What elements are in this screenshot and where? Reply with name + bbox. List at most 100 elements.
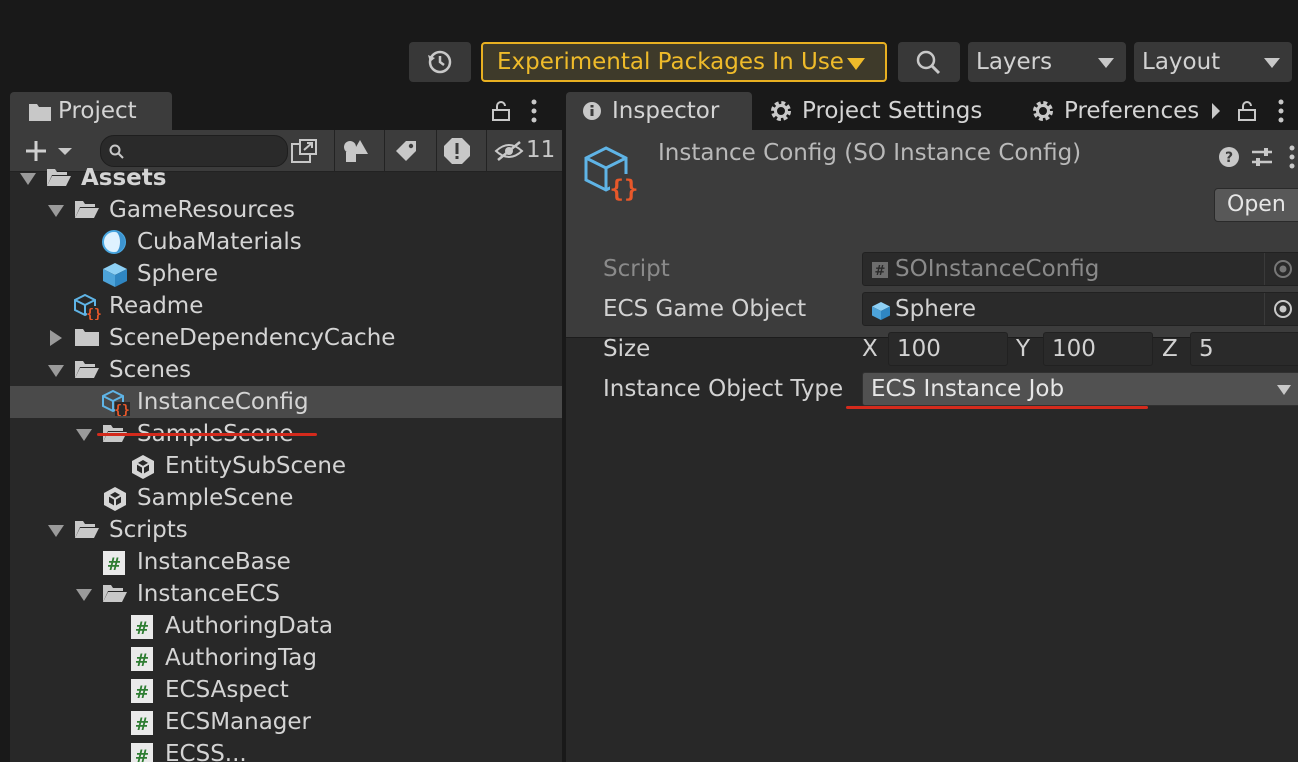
tree-row-label: SampleScene bbox=[137, 485, 294, 511]
caret-down-icon bbox=[1098, 58, 1114, 68]
expand-arrow-down-icon[interactable] bbox=[48, 365, 64, 377]
svg-text:{}: {} bbox=[86, 307, 102, 320]
caret-down-icon bbox=[1264, 58, 1280, 68]
tree-row[interactable]: SampleScene bbox=[10, 482, 562, 514]
help-icon[interactable]: ? bbox=[1218, 146, 1240, 168]
experimental-packages-button[interactable]: Experimental Packages In Use bbox=[481, 42, 887, 82]
tab-project-settings[interactable]: Project Settings bbox=[766, 92, 1006, 130]
csharp-script-icon: # bbox=[130, 710, 156, 735]
size-x-input[interactable]: 100 bbox=[888, 332, 1008, 366]
tree-row-label: EntitySubScene bbox=[165, 453, 347, 479]
kebab-menu-icon[interactable] bbox=[1275, 98, 1287, 124]
csharp-script-icon: # bbox=[872, 262, 888, 279]
chevron-right-icon[interactable] bbox=[1210, 102, 1222, 120]
svg-text:{}: {} bbox=[610, 175, 639, 203]
expand-arrow-down-icon[interactable] bbox=[48, 205, 64, 217]
expand-arrow-right-icon[interactable] bbox=[50, 330, 62, 346]
folder-open-icon bbox=[74, 518, 100, 542]
instance-object-type-field-row: Instance Object Type ECS Instance Job bbox=[566, 370, 1298, 410]
tree-row[interactable]: EntitySubScene bbox=[10, 450, 562, 482]
tab-project-settings-label: Project Settings bbox=[802, 98, 983, 124]
lock-icon[interactable] bbox=[490, 100, 512, 122]
search-button[interactable] bbox=[898, 42, 960, 82]
history-button[interactable] bbox=[409, 42, 471, 82]
tree-row-label: Sphere bbox=[137, 261, 219, 287]
tree-row-label: InstanceBase bbox=[137, 549, 291, 575]
tree-row[interactable]: GameResources bbox=[10, 194, 562, 226]
csharp-script-icon: # bbox=[130, 742, 156, 762]
folder-open-icon bbox=[74, 198, 100, 222]
object-picker-button[interactable] bbox=[1264, 293, 1296, 325]
layout-label: Layout bbox=[1142, 49, 1221, 75]
warning-filter-icon[interactable] bbox=[443, 137, 471, 165]
tree-row[interactable]: {} Readme bbox=[10, 290, 562, 322]
search-icon bbox=[109, 144, 124, 159]
expand-arrow-down-icon[interactable] bbox=[20, 173, 36, 185]
tree-row-label: Assets bbox=[81, 165, 167, 191]
tree-row[interactable]: Sphere bbox=[10, 258, 562, 290]
lock-icon[interactable] bbox=[1236, 100, 1258, 122]
kebab-menu-icon[interactable] bbox=[1286, 144, 1298, 170]
tree-row[interactable]: {} InstanceConfig bbox=[10, 386, 562, 418]
tree-row[interactable]: # ECSManager bbox=[10, 706, 562, 738]
chevron-down-icon bbox=[847, 58, 865, 70]
tab-inspector[interactable]: Inspector bbox=[566, 92, 752, 130]
tree-row[interactable]: # InstanceBase bbox=[10, 546, 562, 578]
preset-sliders-icon[interactable] bbox=[1250, 146, 1274, 168]
script-label: Script bbox=[603, 256, 670, 282]
size-y-input[interactable]: 100 bbox=[1043, 332, 1153, 366]
annotation-underline bbox=[97, 433, 317, 436]
target-icon bbox=[1274, 300, 1292, 318]
layout-dropdown[interactable]: Layout bbox=[1134, 42, 1292, 82]
csharp-script-icon: # bbox=[130, 646, 156, 671]
expand-arrow-down-icon[interactable] bbox=[76, 589, 92, 601]
target-icon bbox=[1274, 260, 1292, 278]
caret-down-icon bbox=[1277, 385, 1291, 395]
instance-object-type-dropdown[interactable]: ECS Instance Job bbox=[862, 372, 1298, 406]
tree-row[interactable]: SceneDependencyCache bbox=[10, 322, 562, 354]
tree-row-label: SceneDependencyCache bbox=[109, 325, 396, 351]
csharp-script-icon: # bbox=[102, 550, 128, 575]
svg-text:#: # bbox=[135, 683, 149, 703]
tree-row[interactable]: # ECSAspect bbox=[10, 674, 562, 706]
kebab-menu-icon[interactable] bbox=[528, 98, 540, 124]
inspector-tab-bar: Inspector Project Settings Preferences bbox=[566, 92, 1298, 130]
open-button[interactable]: Open bbox=[1214, 188, 1298, 222]
instance-object-type-label: Instance Object Type bbox=[603, 376, 844, 402]
ecs-game-object-field-row: ECS Game Object Sphere bbox=[566, 290, 1298, 330]
tree-row[interactable]: Assets bbox=[10, 162, 562, 194]
svg-text:#: # bbox=[135, 715, 149, 735]
svg-text:#: # bbox=[135, 651, 149, 671]
main-toolbar: Experimental Packages In Use Layers Layo… bbox=[0, 0, 1298, 92]
expand-arrow-down-icon[interactable] bbox=[48, 525, 64, 537]
unity-scene-icon bbox=[130, 454, 156, 479]
hidden-packages-icon[interactable] bbox=[494, 140, 524, 162]
tree-row[interactable]: # AuthoringTag bbox=[10, 642, 562, 674]
layers-dropdown[interactable]: Layers bbox=[968, 42, 1126, 82]
filter-by-type-icon[interactable] bbox=[342, 138, 370, 164]
tree-row[interactable]: InstanceECS bbox=[10, 578, 562, 610]
label-tag-icon[interactable] bbox=[394, 139, 420, 163]
expand-arrow-down-icon[interactable] bbox=[76, 429, 92, 441]
search-by-type-icon[interactable] bbox=[290, 138, 318, 164]
tree-row[interactable]: # AuthoringData bbox=[10, 610, 562, 642]
tab-preferences[interactable]: Preferences bbox=[1028, 92, 1268, 130]
add-icon[interactable] bbox=[24, 139, 76, 163]
size-z-input[interactable]: 5 bbox=[1190, 332, 1298, 366]
annotation-underline bbox=[846, 406, 1148, 409]
script-field: # SOInstanceConfig bbox=[862, 252, 1298, 286]
size-z-label: Z bbox=[1162, 336, 1178, 362]
tree-row-label: Scenes bbox=[109, 357, 192, 383]
inspector-title: Instance Config (SO Instance Config) bbox=[658, 140, 1082, 166]
tree-row[interactable]: Scripts bbox=[10, 514, 562, 546]
gear-icon bbox=[771, 101, 791, 121]
project-window: Project 11 Assets GameResources CubaMate… bbox=[10, 92, 562, 762]
tab-project[interactable]: Project bbox=[10, 92, 172, 130]
tree-row[interactable]: Scenes bbox=[10, 354, 562, 386]
material-icon bbox=[102, 230, 128, 254]
tree-row[interactable]: # ECSS... bbox=[10, 738, 562, 762]
script-field-row: Script # SOInstanceConfig bbox=[566, 250, 1298, 290]
csharp-script-icon: # bbox=[130, 614, 156, 639]
tree-row[interactable]: CubaMaterials bbox=[10, 226, 562, 258]
ecs-game-object-field[interactable]: Sphere bbox=[862, 292, 1298, 326]
